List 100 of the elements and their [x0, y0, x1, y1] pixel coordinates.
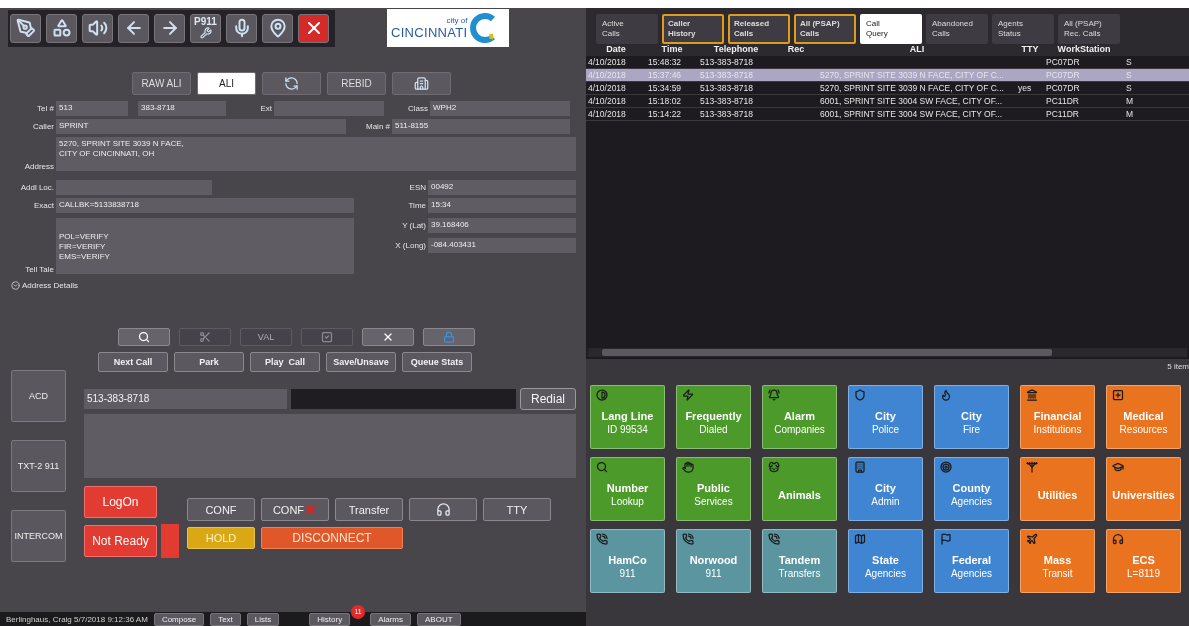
text-field[interactable] — [56, 180, 212, 195]
column-header: Time — [660, 44, 684, 56]
field-label: Tel # — [36, 104, 55, 113]
text-field[interactable]: 39.168406 — [428, 218, 576, 233]
call-tab[interactable]: Active Calls — [596, 14, 658, 44]
call-button[interactable]: Queue Stats — [402, 352, 472, 372]
arrow-left-button[interactable] — [118, 13, 149, 43]
speed-dial-button[interactable]: Animals — [762, 457, 837, 521]
call-button[interactable]: Play Call — [250, 352, 320, 372]
table-row[interactable]: 4/10/2018 15:34:59 513-383-8718 5270, SPRINT SITE 3039 N FACE, CITY OF C... yes PC07DR S — [586, 82, 1189, 95]
call-button[interactable]: Save/Unsave — [326, 352, 396, 372]
speed-dial-button[interactable]: Federal Agencies — [934, 529, 1009, 593]
ali-tab[interactable]: RAW ALI — [132, 72, 191, 95]
speed-dial-button[interactable]: State Agencies — [848, 529, 923, 593]
speed-dial-button[interactable]: City Admin — [848, 457, 923, 521]
speed-dial-button[interactable]: HamCo 911 — [590, 529, 665, 593]
speed-dial-button[interactable]: City Fire — [934, 385, 1009, 449]
side-button[interactable]: TXT-2 911 — [11, 440, 66, 492]
building-icon — [414, 76, 429, 91]
headset-button[interactable] — [409, 498, 477, 521]
status-button[interactable]: Text — [210, 613, 241, 626]
speed-dial-button[interactable]: Number Lookup — [590, 457, 665, 521]
toolbar-button[interactable]: P911 — [190, 13, 221, 43]
control-button[interactable]: Transfer — [335, 498, 403, 521]
speed-dial-button[interactable]: Public Services — [676, 457, 751, 521]
speed-dial-button[interactable]: Alarm Companies — [762, 385, 837, 449]
ali-tab[interactable]: ALI — [197, 72, 256, 95]
dial-field[interactable]: 513-383-8718 — [84, 389, 287, 409]
ali-tab[interactable] — [392, 72, 451, 95]
speed-dial-button[interactable]: Norwood 911 — [676, 529, 751, 593]
lock-icon — [443, 331, 455, 343]
field-label: Address — [23, 162, 55, 171]
redial-button[interactable]: Redial — [520, 388, 576, 410]
side-button[interactable]: ACD — [11, 370, 66, 422]
microphone-button[interactable] — [226, 13, 257, 43]
text-field[interactable]: 00492 — [428, 180, 576, 195]
graduation-cap-icon — [1112, 461, 1124, 473]
control-button[interactable]: CONF — [187, 498, 255, 521]
call-tab[interactable]: All (PSAP) Rec. Calls — [1058, 14, 1120, 44]
shapes-icon — [51, 18, 72, 38]
text-field[interactable]: SPRINT — [56, 119, 346, 134]
text-field[interactable]: CALLBK=5133838718 — [56, 198, 354, 213]
pen-button[interactable] — [10, 13, 41, 43]
call-tab[interactable]: Abandoned Calls — [926, 14, 988, 44]
call-button[interactable]: Next Call — [98, 352, 168, 372]
target-icon — [940, 461, 952, 473]
call-tab[interactable]: Call Query — [860, 14, 922, 44]
map-icon — [854, 533, 866, 545]
text-field[interactable]: -084.403431 — [428, 238, 576, 253]
text-field[interactable]: 383-8718 — [138, 101, 226, 116]
status-button[interactable]: Alarms — [370, 613, 412, 626]
speed-dial-button[interactable]: Frequently Dialed — [676, 385, 751, 449]
utility-pole-icon — [1026, 461, 1038, 473]
shapes-button[interactable] — [46, 13, 77, 43]
text-field[interactable]: 511-8155 — [392, 119, 570, 134]
control-button[interactable]: TTY — [483, 498, 551, 521]
status-button[interactable]: History — [309, 613, 351, 626]
table-row[interactable]: 4/10/2018 15:48:32 513-383-8718 PC07DR S — [586, 56, 1189, 69]
call-tab[interactable]: All (PSAP) Calls — [794, 14, 856, 44]
table-cell-text: 15:18:02 — [647, 95, 683, 107]
call-tab[interactable]: Caller History — [662, 14, 724, 44]
speed-dial-button[interactable]: Lang Line ID 99534 — [590, 385, 665, 449]
text-field[interactable]: WPH2 — [430, 101, 570, 116]
medical-cross-icon — [1112, 389, 1124, 401]
speed-dial-button[interactable]: County Agencies — [934, 457, 1009, 521]
table-cell-text: 15:34:59 — [647, 82, 683, 94]
status-button[interactable]: Lists — [246, 613, 280, 626]
table-row[interactable]: 4/10/2018 15:14:22 513-383-8718 6001, SPRINT SITE 3004 SW FACE, CITY OF... PC11DR M — [586, 108, 1189, 121]
disconnect-button[interactable]: DISCONNECT — [261, 527, 403, 549]
call-tab[interactable]: Released Calls — [728, 14, 790, 44]
table-cell-text: 513-383-8718 — [699, 108, 754, 120]
search-button[interactable] — [118, 328, 170, 346]
text-field[interactable]: 15:34 — [428, 198, 576, 213]
close-button[interactable] — [298, 13, 329, 43]
text-field[interactable]: 5270, SPRINT SITE 3039 N FACE, CITY OF CINCINNATI, OH — [56, 137, 576, 171]
ali-tab[interactable]: REBID — [327, 72, 386, 95]
call-tab[interactable]: Agents Status — [992, 14, 1054, 44]
logon-button[interactable]: LogOn — [84, 486, 157, 518]
scrollbar[interactable] — [588, 348, 1187, 357]
speed-dial-button[interactable]: Tandem Transfers — [762, 529, 837, 593]
headset-icon — [435, 502, 451, 517]
shield-icon — [854, 389, 866, 401]
status-button[interactable]: ABOUT — [417, 613, 461, 626]
speaker-button[interactable] — [82, 13, 113, 43]
speed-dial-button[interactable]: City Police — [848, 385, 923, 449]
status-button[interactable]: Compose — [153, 613, 205, 626]
text-area[interactable]: POL=VERIFY FIR=VERIFY EMS=VERIFY — [56, 218, 354, 274]
control-button[interactable]: CONF — [261, 498, 329, 521]
text-field[interactable] — [274, 101, 384, 116]
table-row[interactable]: 4/10/2018 15:18:02 513-383-8718 6001, SPRINT SITE 3004 SW FACE, CITY OF... PC11DR M — [586, 95, 1189, 108]
input-field[interactable] — [291, 389, 516, 409]
map-pin-button[interactable] — [262, 13, 293, 43]
table-cell-text: 15:14:22 — [647, 108, 683, 120]
not-ready-button[interactable]: Not Ready — [84, 525, 157, 557]
ali-tab[interactable] — [262, 72, 321, 95]
arrow-right-button[interactable] — [154, 13, 185, 43]
address-details-toggle[interactable]: Address Details — [11, 281, 79, 290]
text-field[interactable]: 513 — [56, 101, 128, 116]
side-button[interactable]: INTERCOM — [11, 510, 66, 562]
call-button[interactable]: Park — [174, 352, 244, 372]
